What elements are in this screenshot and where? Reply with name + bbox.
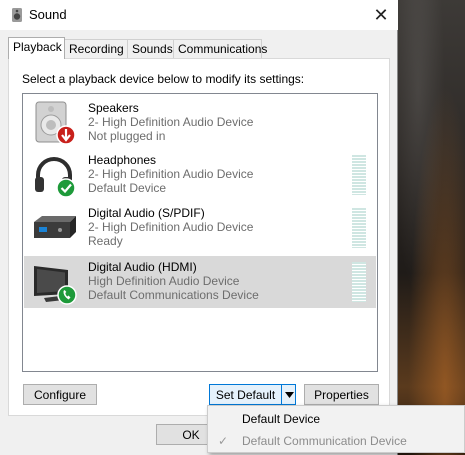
tab-sounds[interactable]: Sounds <box>127 39 174 58</box>
device-name: Speakers <box>88 101 139 115</box>
device-status: Ready <box>88 234 123 248</box>
set-default-dropdown-menu: Default Device ✓ Default Communication D… <box>207 405 465 453</box>
configure-button[interactable]: Configure <box>23 384 97 405</box>
desktop-background <box>398 0 465 455</box>
green-phone-badge <box>57 285 77 305</box>
volume-meter <box>352 155 366 195</box>
device-status: Not plugged in <box>88 129 166 143</box>
tab-communications[interactable]: Communications <box>173 39 267 58</box>
set-default-button[interactable]: Set Default <box>210 385 281 404</box>
monitor-icon <box>34 266 77 305</box>
close-button[interactable]: ✕ <box>364 0 398 30</box>
device-status: Default Communications Device <box>88 288 259 302</box>
red-down-arrow-badge <box>56 125 76 145</box>
speaker-icon <box>35 101 76 145</box>
device-row-speakers[interactable]: Speakers 2- High Definition Audio Device… <box>24 97 376 149</box>
device-row-spdif[interactable]: Digital Audio (S/PDIF) 2- High Definitio… <box>24 202 376 254</box>
device-description: High Definition Audio Device <box>88 274 240 288</box>
menu-item-default-device[interactable]: Default Device <box>208 408 464 430</box>
instruction-text: Select a playback device below to modify… <box>22 72 305 86</box>
device-name: Headphones <box>88 153 157 167</box>
device-name: Digital Audio (HDMI) <box>88 260 197 274</box>
device-name: Digital Audio (S/PDIF) <box>88 206 205 220</box>
close-icon: ✕ <box>373 4 389 25</box>
device-row-hdmi[interactable]: Digital Audio (HDMI) High Definition Aud… <box>24 256 376 308</box>
device-list[interactable]: Speakers 2- High Definition Audio Device… <box>22 93 378 372</box>
speaker-app-icon <box>12 8 22 22</box>
device-status: Default Device <box>88 181 167 195</box>
green-check-badge <box>56 178 76 198</box>
menu-item-label: Default Device <box>242 412 321 426</box>
sound-dialog: Sound ✕ Playback Recording Sounds Commun… <box>0 0 398 455</box>
chevron-down-icon <box>284 391 294 398</box>
menu-item-label: Default Communication Device <box>242 434 407 448</box>
device-row-headphones[interactable]: Headphones 2- High Definition Audio Devi… <box>24 149 376 201</box>
set-default-dropdown-arrow[interactable] <box>281 384 296 405</box>
spdif-device-icon <box>34 216 76 238</box>
playback-panel: Select a playback device below to modify… <box>8 58 390 416</box>
window-title: Sound <box>29 7 67 22</box>
title-bar: Sound ✕ <box>0 0 398 30</box>
headphones-icon <box>35 157 76 198</box>
device-description: 2- High Definition Audio Device <box>88 167 254 181</box>
device-description: 2- High Definition Audio Device <box>88 220 254 234</box>
checkmark-icon: ✓ <box>218 434 229 448</box>
menu-item-default-communication-device: ✓ Default Communication Device <box>208 430 464 452</box>
tab-playback[interactable]: Playback <box>8 37 65 59</box>
volume-meter <box>352 262 366 302</box>
volume-meter <box>352 208 366 248</box>
set-default-split-button[interactable]: Set Default <box>209 384 296 405</box>
tab-recording[interactable]: Recording <box>64 39 128 58</box>
properties-button[interactable]: Properties <box>304 384 379 405</box>
device-description: 2- High Definition Audio Device <box>88 115 254 129</box>
